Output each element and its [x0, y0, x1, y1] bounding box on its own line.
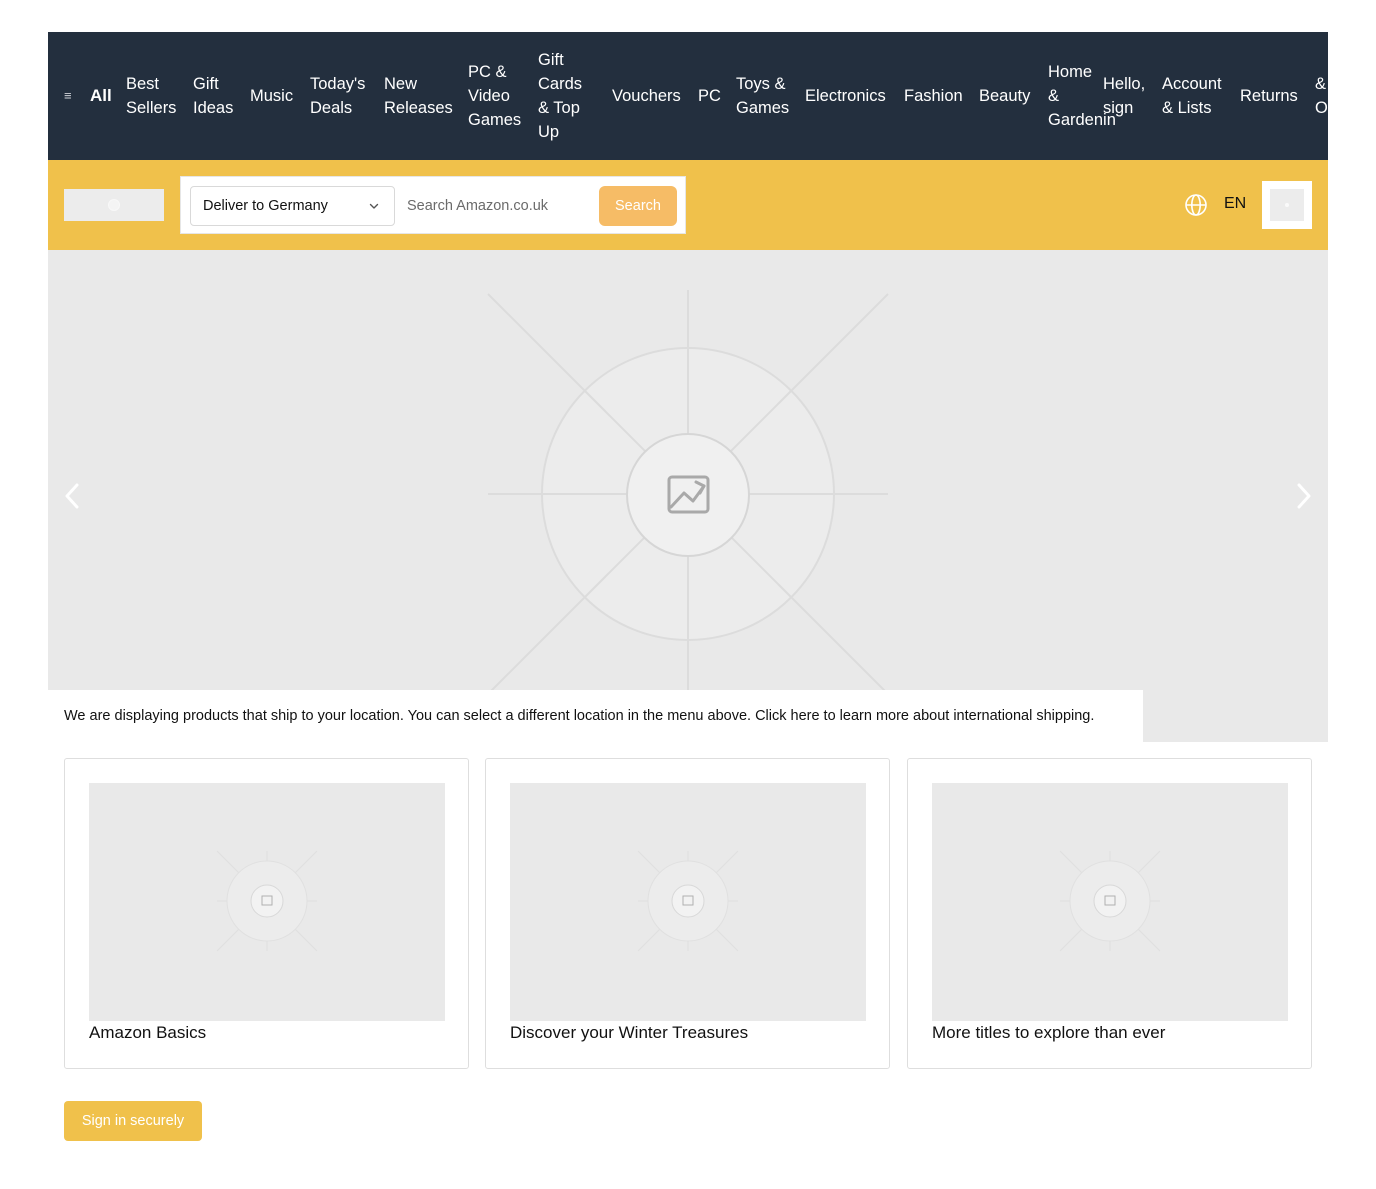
nav-item-hello-sign-in[interactable]: Hello, sign: [1103, 32, 1145, 160]
nav-item-vouchers[interactable]: Vouchers: [612, 32, 681, 160]
card-image: [510, 783, 866, 1021]
nav-line: & Lists: [1162, 99, 1212, 117]
nav-line: Gift: [193, 75, 219, 93]
nav-line: PC: [698, 87, 721, 105]
nav-line: Account: [1162, 75, 1222, 93]
nav-line: Releases: [384, 99, 453, 117]
logo[interactable]: [64, 189, 164, 221]
nav-line: Beauty: [979, 87, 1031, 105]
nav-item-gift-ideas[interactable]: Gift Ideas: [193, 32, 233, 160]
nav-item-fashion[interactable]: Fashion: [904, 32, 963, 160]
sign-in-button[interactable]: Sign in securely: [64, 1101, 202, 1141]
image-placeholder-icon: [487, 290, 889, 695]
search-container: Deliver to Germany Search: [180, 176, 686, 234]
nav-item-orders[interactable]: & O: [1315, 32, 1328, 160]
card-winter-treasures[interactable]: Discover your Winter Treasures: [485, 758, 890, 1069]
image-placeholder-icon: [1059, 850, 1161, 952]
nav-line: Today's: [310, 75, 366, 93]
shipping-notice[interactable]: We are displaying products that ship to …: [48, 690, 1143, 742]
nav-line: &: [1315, 75, 1327, 93]
nav-line: Fashion: [904, 87, 963, 105]
search-button[interactable]: Search: [599, 186, 677, 226]
nav-all[interactable]: All: [90, 32, 112, 160]
nav-line: Gift: [538, 51, 564, 69]
logo-icon: [108, 199, 120, 211]
card-title: Discover your Winter Treasures: [510, 1023, 749, 1042]
chevron-down-icon: [369, 203, 379, 209]
search-bar: Deliver to Germany Search EN: [48, 160, 1328, 250]
nav-line: Deals: [310, 99, 353, 117]
nav-item-electronics[interactable]: Electronics: [805, 32, 886, 160]
card-amazon-basics[interactable]: Amazon Basics: [64, 758, 469, 1069]
nav-line: Cards: [538, 75, 583, 93]
nav-item-pc-video-games[interactable]: PC & Video Games: [468, 32, 521, 160]
nav-item-toys-games[interactable]: Toys & Games: [736, 32, 789, 160]
deliver-to-select[interactable]: Deliver to Germany: [190, 186, 395, 226]
nav-line: Hello,: [1103, 75, 1146, 93]
nav-line: sign: [1103, 99, 1134, 117]
search-input[interactable]: [398, 186, 594, 226]
nav-line: Games: [468, 111, 522, 129]
menu-icon[interactable]: ≡: [64, 87, 72, 105]
nav-line: Toys &: [736, 75, 786, 93]
nav-item-todays-deals[interactable]: Today's Deals: [310, 32, 365, 160]
nav-line: Ideas: [193, 99, 234, 117]
shipping-notice-text: We are displaying products that ship to …: [64, 708, 1095, 724]
card-image: [932, 783, 1288, 1021]
card-image: [89, 783, 445, 1021]
cart-icon: [1270, 189, 1304, 221]
nav-line: Video: [468, 87, 510, 105]
card-more-titles[interactable]: More titles to explore than ever: [907, 758, 1312, 1069]
nav-line: O: [1315, 99, 1328, 117]
chevron-left-icon[interactable]: [60, 481, 84, 511]
globe-icon[interactable]: [1184, 193, 1208, 217]
card-title: More titles to explore than ever: [932, 1023, 1166, 1042]
nav-item-returns[interactable]: Returns: [1240, 32, 1298, 160]
nav-line: Games: [736, 99, 790, 117]
language-selector[interactable]: EN: [1224, 195, 1246, 213]
deliver-to-label: Deliver to Germany: [203, 198, 328, 214]
hero-carousel: [48, 250, 1328, 742]
nav-item-account-lists[interactable]: Account & Lists: [1162, 32, 1222, 160]
nav-line: New: [384, 75, 418, 93]
card-title: Amazon Basics: [89, 1023, 207, 1042]
nav-all-label: All: [90, 86, 112, 105]
nav-line: & Top: [538, 99, 580, 117]
nav-item-gift-cards[interactable]: Gift Cards & Top Up: [538, 32, 582, 160]
nav-item-best-sellers[interactable]: Best Sellers: [126, 32, 176, 160]
nav-item-music[interactable]: Music: [250, 32, 293, 160]
nav-item-pc[interactable]: PC: [698, 32, 721, 160]
nav-line: Music: [250, 87, 294, 105]
top-nav: ≡ All Best Sellers Gift Ideas Music Today'…: [48, 32, 1328, 160]
nav-item-beauty[interactable]: Beauty: [979, 32, 1030, 160]
nav-line: Sellers: [126, 99, 177, 117]
nav-line: Best: [126, 75, 160, 93]
nav-item-new-releases[interactable]: New Releases: [384, 32, 453, 160]
nav-line: Up: [538, 123, 560, 141]
nav-line: PC &: [468, 63, 507, 81]
nav-line: Vouchers: [612, 87, 681, 105]
chevron-right-icon[interactable]: [1292, 481, 1316, 511]
cart-button[interactable]: [1262, 181, 1312, 229]
image-placeholder-icon: [637, 850, 739, 952]
nav-line: Returns: [1240, 87, 1298, 105]
image-placeholder-icon: [216, 850, 318, 952]
nav-line: Electronics: [805, 87, 886, 105]
